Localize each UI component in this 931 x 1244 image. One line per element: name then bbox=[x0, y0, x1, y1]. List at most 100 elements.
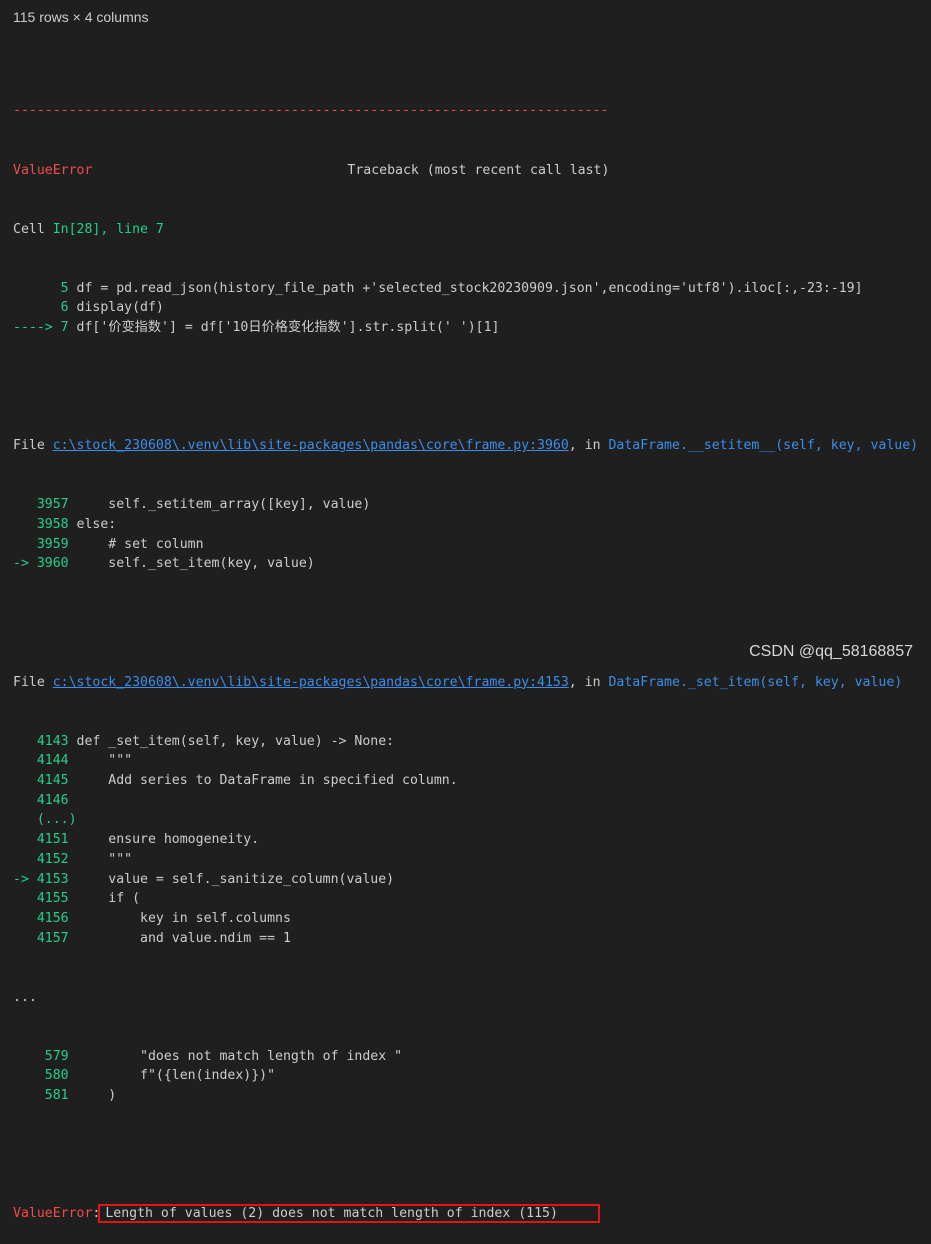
line-number: 4153 bbox=[36, 871, 69, 887]
code-line: 4146 bbox=[13, 791, 931, 811]
line-marker bbox=[13, 891, 37, 906]
cell-link[interactable]: In[28], line 7 bbox=[53, 222, 164, 237]
line-code: if ( bbox=[68, 891, 141, 907]
line-number: 5 bbox=[60, 280, 69, 296]
error-message-highlight: Length of values (2) does not match leng… bbox=[98, 1204, 600, 1224]
code-line: 4155 if ( bbox=[13, 889, 931, 909]
ellipsis: ... bbox=[13, 989, 37, 1005]
code-line: 4145 Add series to DataFrame in specifie… bbox=[13, 771, 931, 791]
line-code: self._set_item(key, value) bbox=[68, 556, 315, 572]
line-code: def _set_item(self, key, value) -> None: bbox=[68, 733, 395, 749]
traceback-header: ValueError Traceback (most recent call la… bbox=[13, 161, 931, 181]
line-marker bbox=[13, 753, 37, 768]
line-marker: -> bbox=[13, 871, 37, 887]
line-code: self._setitem_array([key], value) bbox=[68, 497, 371, 513]
code-line: 579 "does not match length of index " bbox=[13, 1047, 931, 1067]
line-code: key in self.columns bbox=[68, 910, 291, 926]
line-marker bbox=[13, 281, 61, 296]
line-number: 3957 bbox=[36, 497, 69, 513]
code-line: 581 ) bbox=[13, 1086, 931, 1106]
function-name: DataFrame.__setitem__(self, key, value) bbox=[608, 438, 919, 454]
code-line: 4151 ensure homogeneity. bbox=[13, 830, 931, 850]
function-name: DataFrame._set_item(self, key, value) bbox=[608, 674, 903, 690]
code-line: -> 3960 self._set_item(key, value) bbox=[13, 554, 931, 574]
line-code: df = pd.read_json(history_file_path +'se… bbox=[68, 280, 863, 296]
tail-code-lines: 579 "does not match length of index " 58… bbox=[13, 1047, 931, 1106]
dataframe-shape-info: 115 rows × 4 columns bbox=[13, 9, 149, 25]
line-code: else: bbox=[68, 517, 117, 533]
line-code: Add series to DataFrame in specified col… bbox=[68, 773, 458, 789]
line-code: display(df) bbox=[68, 300, 164, 316]
line-number: 581 bbox=[44, 1088, 69, 1104]
line-number: 4152 bbox=[36, 851, 69, 867]
line-number: 3960 bbox=[36, 556, 69, 572]
line-number: 3958 bbox=[36, 517, 69, 533]
code-line: 3958 else: bbox=[13, 515, 931, 535]
file-link-frame-3960[interactable]: c:\stock_230608\.venv\lib\site-packages\… bbox=[53, 438, 569, 453]
final-error-type: ValueError bbox=[13, 1206, 93, 1222]
line-marker bbox=[13, 911, 37, 926]
code-line: 3957 self._setitem_array([key], value) bbox=[13, 495, 931, 515]
file-link-frame-4153[interactable]: c:\stock_230608\.venv\lib\site-packages\… bbox=[53, 675, 569, 690]
line-marker bbox=[13, 537, 37, 552]
line-number: 6 bbox=[60, 300, 69, 316]
code-line: (...) bbox=[13, 810, 931, 830]
line-number: 4146 bbox=[36, 792, 69, 808]
line-code: # set column bbox=[68, 536, 204, 552]
line-marker bbox=[13, 773, 37, 788]
line-number: 4145 bbox=[36, 773, 69, 789]
line-marker bbox=[13, 812, 37, 827]
line-marker bbox=[13, 852, 37, 867]
code-line: 4143 def _set_item(self, key, value) -> … bbox=[13, 732, 931, 752]
code-line: 5 df = pd.read_json(history_file_path +'… bbox=[13, 279, 931, 299]
cell-reference: Cell In[28], line 7 bbox=[13, 221, 164, 237]
error-type: ValueError bbox=[13, 162, 93, 178]
line-code: df['价变指数'] = df['10日价格变化指数'].str.split('… bbox=[68, 320, 500, 336]
code-line: 580 f"({len(index)})" bbox=[13, 1066, 931, 1086]
line-number: 580 bbox=[44, 1068, 69, 1084]
cell-code-lines: 5 df = pd.read_json(history_file_path +'… bbox=[13, 279, 931, 338]
line-marker: ----> bbox=[13, 320, 61, 336]
line-marker bbox=[13, 931, 37, 946]
code-line: -> 4153 value = self._sanitize_column(va… bbox=[13, 870, 931, 890]
line-number: 3959 bbox=[36, 536, 69, 552]
code-line: 4156 key in self.columns bbox=[13, 909, 931, 929]
line-number: (...) bbox=[36, 812, 77, 828]
line-number: 4157 bbox=[36, 930, 69, 946]
line-number: 4155 bbox=[36, 891, 69, 907]
file1-code-lines: 3957 self._setitem_array([key], value) 3… bbox=[13, 495, 931, 574]
line-marker bbox=[13, 1049, 45, 1064]
line-number: 4156 bbox=[36, 910, 69, 926]
line-marker bbox=[13, 1088, 45, 1103]
line-marker bbox=[13, 734, 37, 749]
file-frame-2: File c:\stock_230608\.venv\lib\site-pack… bbox=[13, 674, 903, 690]
line-number: 7 bbox=[60, 320, 69, 336]
line-marker bbox=[13, 517, 37, 532]
code-line: 4144 """ bbox=[13, 751, 931, 771]
line-code: """ bbox=[68, 851, 133, 867]
traceback-separator: ----------------------------------------… bbox=[13, 103, 609, 119]
line-code: ensure homogeneity. bbox=[68, 832, 260, 848]
code-line: 3959 # set column bbox=[13, 535, 931, 555]
line-code: ) bbox=[68, 1088, 117, 1104]
line-code: "does not match length of index " bbox=[68, 1048, 403, 1064]
watermark: CSDN @qq_58168857 bbox=[749, 643, 913, 660]
file-frame-1: File c:\stock_230608\.venv\lib\site-pack… bbox=[13, 438, 919, 454]
code-line: 6 display(df) bbox=[13, 298, 931, 318]
code-line: 4152 """ bbox=[13, 850, 931, 870]
line-number: 579 bbox=[44, 1048, 69, 1064]
line-marker bbox=[13, 497, 37, 512]
line-code: and value.ndim == 1 bbox=[68, 930, 291, 946]
traceback-title: Traceback (most recent call last) bbox=[347, 162, 610, 178]
line-number: 4144 bbox=[36, 753, 69, 769]
line-marker bbox=[13, 832, 37, 847]
code-line: ----> 7 df['价变指数'] = df['10日价格变化指数'].str… bbox=[13, 318, 931, 338]
line-marker: -> bbox=[13, 556, 37, 572]
line-code: f"({len(index)})" bbox=[68, 1068, 276, 1084]
line-number: 4143 bbox=[36, 733, 69, 749]
line-marker bbox=[13, 793, 37, 808]
line-code: value = self._sanitize_column(value) bbox=[68, 871, 395, 887]
code-line: 4157 and value.ndim == 1 bbox=[13, 929, 931, 949]
line-number: 4151 bbox=[36, 832, 69, 848]
final-error: ValueError: Length of values (2) does not… bbox=[13, 1204, 931, 1224]
